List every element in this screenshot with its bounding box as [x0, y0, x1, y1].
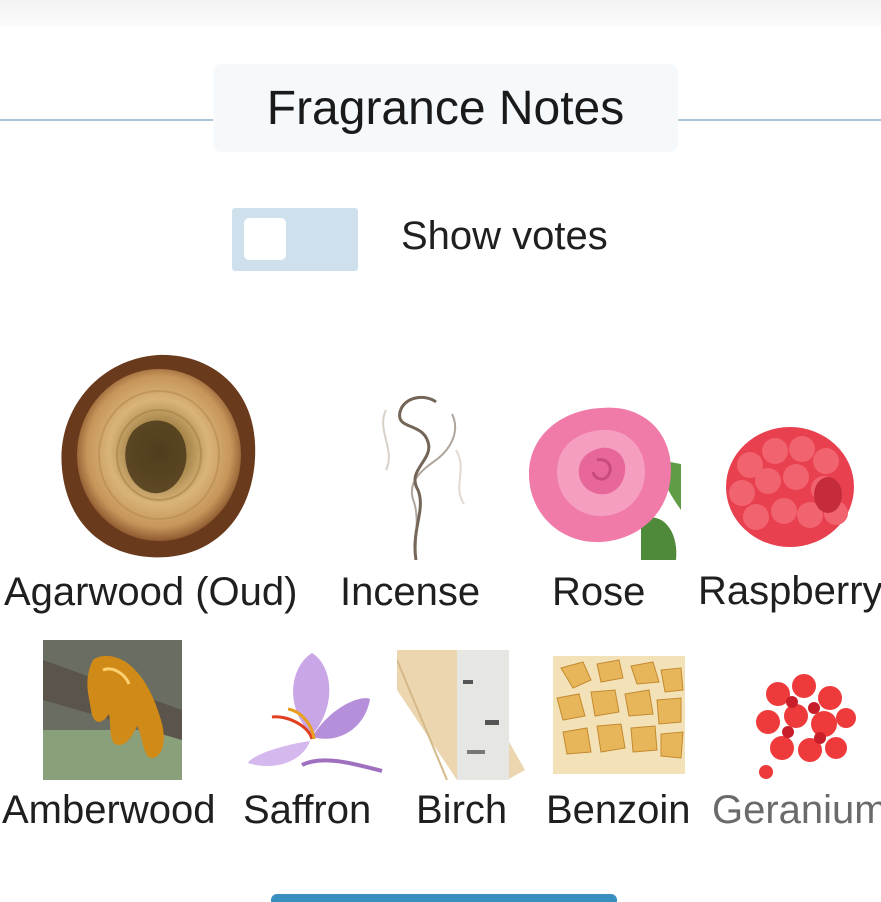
note-name: Saffron: [243, 788, 372, 832]
show-votes-toggle[interactable]: [232, 208, 358, 271]
toggle-knob: [244, 218, 286, 260]
note-name: Amberwood: [2, 788, 216, 832]
note-agarwood[interactable]: Agarwood (Oud): [0, 345, 318, 620]
saffron-flower-image: [242, 645, 384, 780]
note-name: Incense: [340, 570, 481, 614]
note-name: Birch: [416, 788, 508, 832]
benzoin-resin-image: [553, 656, 685, 774]
geranium-flower-image: [748, 672, 858, 782]
note-amberwood[interactable]: Amberwood: [0, 640, 228, 840]
note-saffron[interactable]: Saffron: [242, 645, 387, 840]
section-title: Fragrance Notes: [213, 64, 678, 152]
note-geranium[interactable]: Geranium: [712, 672, 881, 840]
birch-branch-image: [397, 650, 525, 780]
note-name: Agarwood (Oud): [4, 570, 298, 614]
show-votes-label: Show votes: [401, 214, 608, 258]
note-rose[interactable]: Rose: [515, 400, 685, 620]
note-name: Raspberry: [698, 569, 881, 613]
amberwood-resin-image: [43, 640, 182, 780]
note-benzoin[interactable]: Benzoin: [545, 650, 695, 840]
bottom-tab-indicator: [271, 894, 617, 902]
section-divider-left: [0, 119, 213, 121]
note-name: Rose: [552, 570, 646, 614]
rose-image: [521, 400, 681, 562]
agarwood-image: [58, 351, 258, 561]
top-fade-bar: [0, 0, 881, 26]
note-name: Benzoin: [546, 788, 691, 832]
note-birch[interactable]: Birch: [397, 650, 525, 840]
raspberry-image: [720, 415, 860, 555]
note-incense[interactable]: Incense: [338, 388, 488, 620]
note-name: Geranium: [712, 788, 881, 832]
note-raspberry[interactable]: Raspberry: [698, 405, 881, 620]
section-divider-right: [678, 119, 881, 121]
incense-smoke-image: [356, 390, 476, 560]
